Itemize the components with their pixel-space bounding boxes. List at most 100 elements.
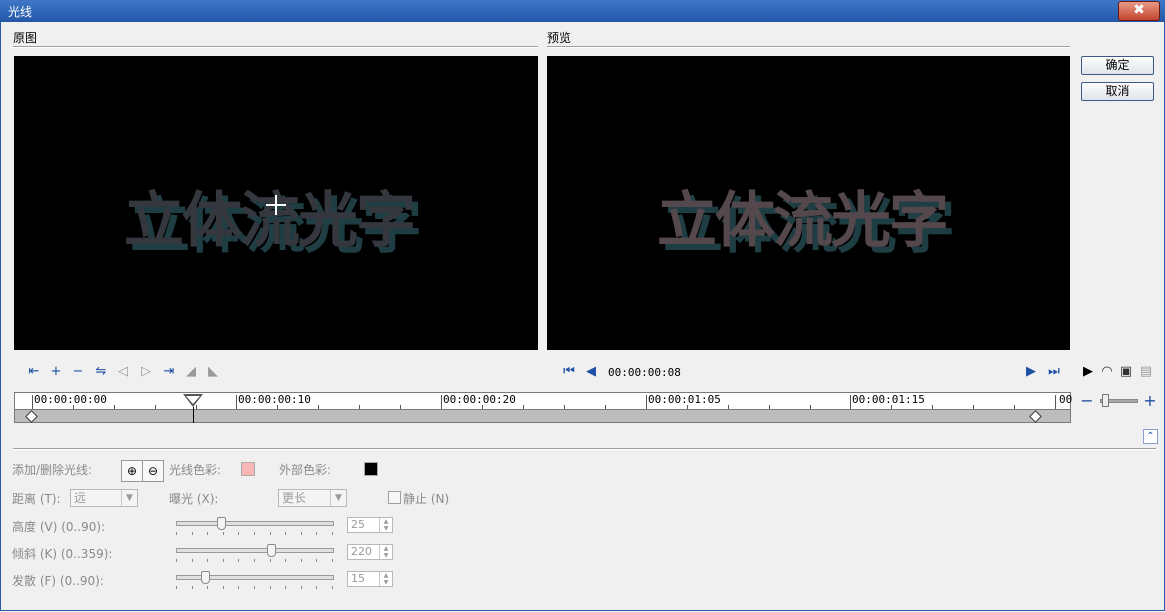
slider-tick xyxy=(269,559,271,562)
reverse-keyframe-icon[interactable]: ⇋ xyxy=(92,363,110,381)
distance-select[interactable]: 远 ▼ xyxy=(70,489,138,507)
zoom-in-icon[interactable]: + xyxy=(1141,392,1159,410)
original-text: 立体流光字 xyxy=(124,186,416,256)
slider-tick xyxy=(254,559,255,562)
tilt-input[interactable]: 220 ▲ ▼ xyxy=(347,544,393,560)
slider-tick xyxy=(222,586,224,589)
slider-tick xyxy=(207,532,209,535)
add-remove-light-label: 添加/删除光线: xyxy=(12,463,93,477)
prev-keyframe-icon[interactable]: ◁ xyxy=(114,363,132,381)
preview-label: 预览 xyxy=(547,31,572,45)
slider-tick xyxy=(207,559,209,562)
height-value: 25 xyxy=(351,518,365,531)
light-color-label: 光线色彩: xyxy=(169,463,222,477)
spin-up-icon[interactable]: ▲ xyxy=(379,518,392,525)
add-keyframe-icon[interactable]: + xyxy=(47,363,65,381)
slider-tick xyxy=(207,586,209,589)
diffuse-slider-thumb[interactable] xyxy=(200,571,210,584)
slider-tick xyxy=(285,586,287,589)
slider-tick xyxy=(254,532,255,535)
slider-tick xyxy=(176,559,177,562)
cancel-button[interactable]: 取消 xyxy=(1081,82,1154,101)
timeline-mark: 00:00:01:15 xyxy=(852,393,925,406)
playhead-line xyxy=(193,407,194,423)
slider-tick xyxy=(222,532,224,535)
diffuse-label: 发散 (F) (0..90): xyxy=(12,574,104,588)
play-icon[interactable]: ▶ xyxy=(1079,363,1097,381)
next-frame-icon[interactable]: ▶ xyxy=(1022,363,1040,381)
slider-tick xyxy=(238,532,240,535)
speed-icon[interactable]: ◠ xyxy=(1098,363,1116,381)
height-ticks xyxy=(176,532,334,535)
height-input[interactable]: 25 ▲ ▼ xyxy=(347,517,393,533)
chevron-down-icon: ▼ xyxy=(330,490,346,506)
remove-light-icon[interactable]: ⊖ xyxy=(142,460,164,482)
slider-tick xyxy=(222,559,224,562)
slider-tick xyxy=(238,559,240,562)
close-button[interactable]: ✖ xyxy=(1118,1,1160,21)
next-keyframe-icon[interactable]: ▷ xyxy=(137,363,155,381)
spin-down-icon[interactable]: ▼ xyxy=(379,579,392,586)
tilt-slider[interactable] xyxy=(176,548,334,553)
preview-viewer: 立体流光字 立体流光字 xyxy=(547,56,1070,350)
diffuse-slider[interactable] xyxy=(176,575,334,580)
slider-tick xyxy=(254,586,255,589)
monitor-icon[interactable]: ▣ xyxy=(1117,363,1135,381)
slider-tick xyxy=(332,559,333,562)
zoom-out-icon[interactable]: − xyxy=(1078,392,1096,410)
keyframe-end-icon[interactable] xyxy=(1029,410,1042,423)
height-slider[interactable] xyxy=(176,521,334,526)
add-light-icon[interactable]: ⊕ xyxy=(121,460,143,482)
timeline-mark: 00:00:00:00 xyxy=(34,393,107,406)
slider-tick xyxy=(316,559,318,562)
timeline-mark: 00:00:00:10 xyxy=(238,393,311,406)
diffuse-input[interactable]: 15 ▲ ▼ xyxy=(347,571,393,587)
distance-value: 远 xyxy=(74,491,87,505)
fade-in-icon[interactable]: ◢ xyxy=(182,363,200,381)
still-checkbox[interactable] xyxy=(388,491,401,504)
save-icon[interactable]: ▤ xyxy=(1137,363,1155,381)
window-title: 光线 xyxy=(8,5,33,19)
height-slider-thumb[interactable] xyxy=(217,517,227,530)
diffuse-ticks xyxy=(176,586,334,589)
go-to-last-keyframe-icon[interactable]: ⇥ xyxy=(160,363,178,381)
keyframe-start-icon[interactable] xyxy=(25,410,38,423)
fade-out-icon[interactable]: ◣ xyxy=(204,363,222,381)
outer-color-swatch[interactable] xyxy=(364,462,378,476)
go-to-first-keyframe-icon[interactable]: ⇤ xyxy=(25,363,43,381)
collapse-panel-icon[interactable]: ⌃ xyxy=(1143,429,1158,444)
timeline-mark: 00:00:00:20 xyxy=(443,393,516,406)
slider-tick xyxy=(316,586,318,589)
settings-divider xyxy=(13,448,1156,450)
exposure-select[interactable]: 更长 ▼ xyxy=(278,489,347,507)
slider-tick xyxy=(191,532,193,535)
tilt-label: 倾斜 (K) (0..359): xyxy=(12,547,113,561)
prev-frame-icon[interactable]: ◀ xyxy=(582,363,600,381)
slider-tick xyxy=(300,532,302,535)
spin-up-icon[interactable]: ▲ xyxy=(379,572,392,579)
home-icon[interactable]: ⏮ xyxy=(560,363,578,381)
remove-keyframe-icon[interactable]: − xyxy=(69,363,87,381)
spin-up-icon[interactable]: ▲ xyxy=(379,545,392,552)
diffuse-value: 15 xyxy=(351,572,365,585)
ok-button[interactable]: 确定 xyxy=(1081,56,1154,75)
original-viewer[interactable]: 立体流光字 立体流光字 xyxy=(14,56,538,350)
zoom-slider-thumb[interactable] xyxy=(1102,394,1109,407)
tilt-value: 220 xyxy=(351,545,372,558)
timeline-ruler[interactable]: 00:00:00:00 00:00:00:10 00:00:00:20 00:0… xyxy=(14,392,1072,410)
exposure-value: 更长 xyxy=(282,491,307,505)
original-divider xyxy=(13,46,538,48)
slider-tick xyxy=(176,586,177,589)
tilt-slider-thumb[interactable] xyxy=(266,544,276,557)
spin-down-icon[interactable]: ▼ xyxy=(379,525,392,532)
slider-tick xyxy=(285,532,287,535)
light-color-swatch[interactable] xyxy=(241,462,255,476)
slider-tick xyxy=(300,586,302,589)
slider-tick xyxy=(191,586,193,589)
end-icon[interactable]: ⏭ xyxy=(1045,363,1063,381)
keyframe-track[interactable] xyxy=(14,409,1071,423)
slider-tick xyxy=(176,532,177,535)
spin-down-icon[interactable]: ▼ xyxy=(379,552,392,559)
tilt-ticks xyxy=(176,559,334,562)
crosshair-icon[interactable] xyxy=(266,195,286,215)
